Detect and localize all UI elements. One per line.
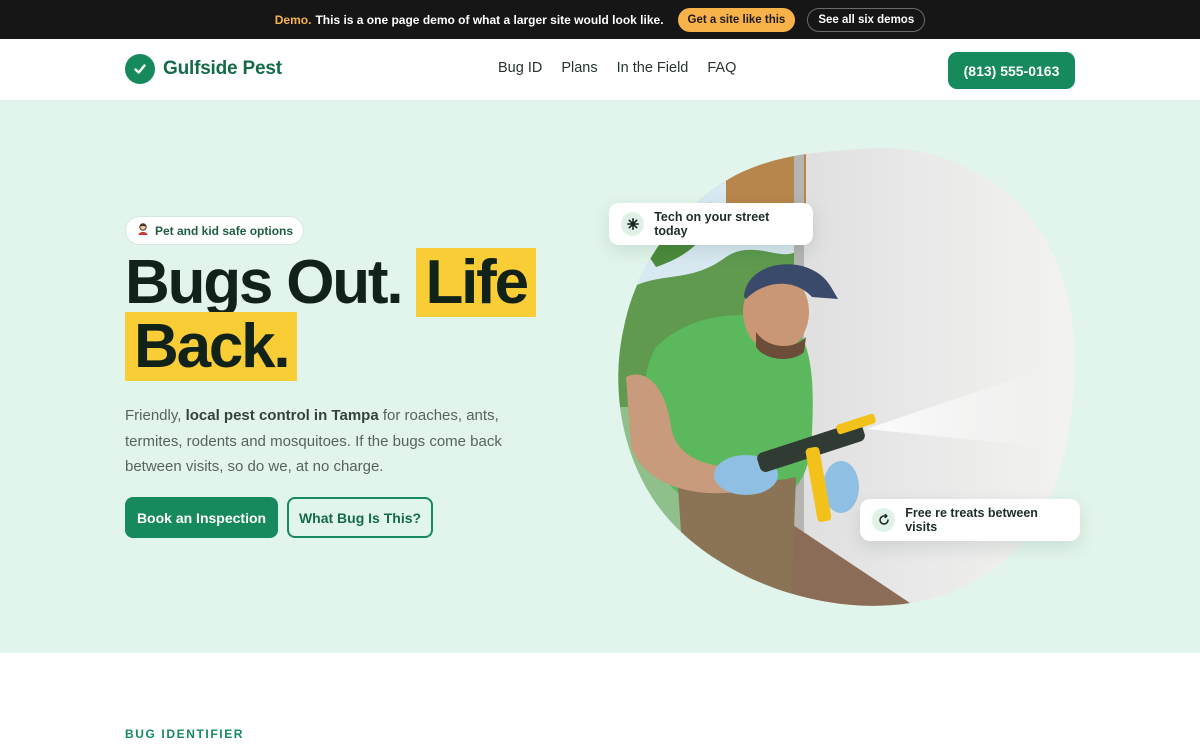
hero-headline: Bugs Out. Life Back. [125, 248, 536, 381]
headline-plain: Bugs Out. [125, 248, 404, 317]
nav-faq[interactable]: FAQ [707, 60, 736, 76]
demo-tag: Demo. [274, 12, 312, 27]
safety-badge-label: Pet and kid safe options [155, 223, 294, 238]
demo-text: This is a one page demo of what a larger… [315, 12, 664, 27]
section-label: BUG IDENTIFIER [125, 727, 245, 741]
brand-logo[interactable]: Gulfside Pest [125, 54, 282, 84]
book-inspection-button[interactable]: Book an Inspection [125, 497, 278, 538]
hero-description: Friendly, local pest control in Tampa fo… [125, 403, 555, 480]
checkmark-icon [125, 54, 155, 84]
nav-bug-id[interactable]: Bug ID [498, 60, 542, 76]
headline-highlight-1: Life [416, 248, 536, 317]
get-site-button[interactable]: Get a site like this [677, 7, 796, 32]
brand-name: Gulfside Pest [163, 58, 282, 79]
demo-message: Demo. This is a one page demo of what a l… [275, 13, 664, 27]
nav-in-the-field[interactable]: In the Field [617, 60, 689, 76]
tech-status-text: Tech on your street today [654, 210, 770, 238]
headline-highlight-2: Back. [125, 312, 298, 381]
site-header: Gulfside Pest Bug ID Plans In the Field … [0, 39, 1200, 101]
what-bug-button[interactable]: What Bug Is This? [287, 497, 433, 538]
desc-bold: local pest control in Tampa [185, 407, 379, 424]
person-icon [136, 222, 150, 239]
main-nav: Bug ID Plans In the Field FAQ [498, 60, 736, 76]
safety-badge: Pet and kid safe options [125, 216, 305, 245]
hero-section: Pet and kid safe options Bugs Out. Life … [0, 101, 1200, 653]
refresh-icon [872, 508, 896, 532]
free-retreat-text: Free re treats between visits [905, 506, 1038, 534]
nav-plans[interactable]: Plans [561, 60, 597, 76]
tech-status-card: Tech on your street today [609, 203, 813, 245]
free-retreat-card: Free re treats between visits [860, 499, 1080, 541]
sparkle-icon [621, 212, 645, 236]
phone-button[interactable]: (813) 555-0163 [948, 52, 1075, 89]
desc-before: Friendly, [125, 407, 182, 424]
demo-bar: Demo. This is a one page demo of what a l… [0, 0, 1200, 39]
see-all-demos-button[interactable]: See all six demos [807, 7, 926, 32]
